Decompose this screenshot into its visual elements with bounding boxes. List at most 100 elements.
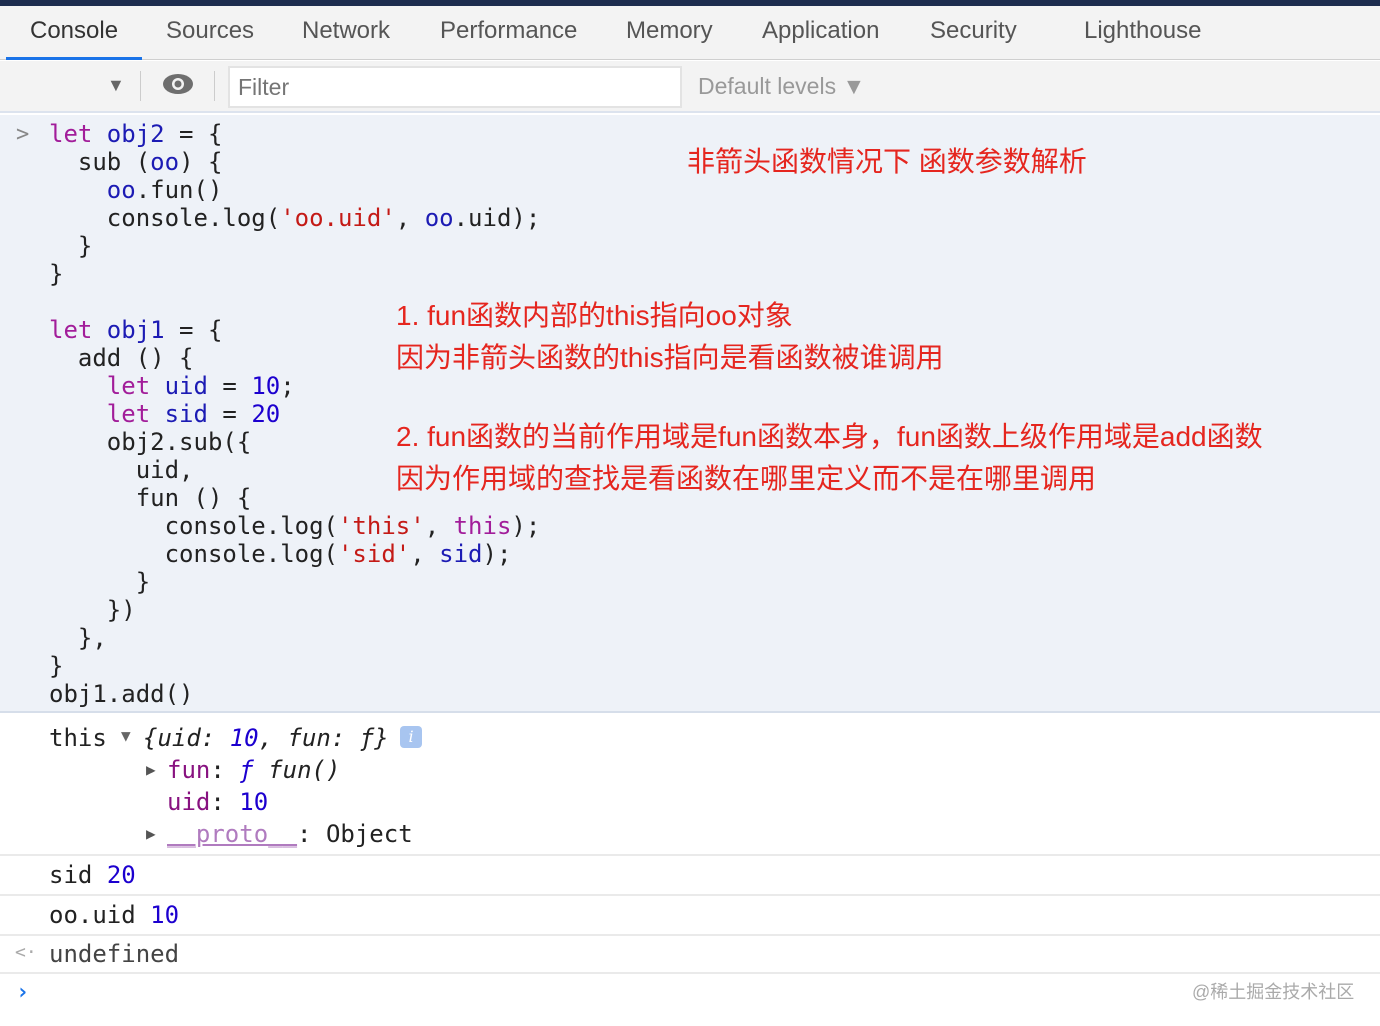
function-symbol: ƒ — [239, 756, 254, 784]
code-token: }) — [49, 596, 136, 624]
code-token: , — [395, 204, 425, 232]
code-token: let — [49, 120, 107, 148]
tab-network[interactable]: Network — [302, 17, 390, 45]
code-token: , — [424, 512, 454, 540]
code-token: = { — [164, 120, 223, 148]
annotation-note2-line1: 2. fun函数的当前作用域是fun函数本身，fun函数上级作用域是add函数 — [396, 421, 1263, 452]
prop-proto[interactable]: __proto__: Object — [167, 820, 413, 848]
log-row-oouid: oo.uid 10 — [0, 896, 1380, 936]
tab-sources[interactable]: Sources — [166, 17, 254, 45]
code-token: add () { — [49, 344, 194, 372]
prop-value: Object — [325, 820, 413, 848]
code-token: obj1.add() — [49, 680, 194, 708]
summary-open: {uid: — [143, 724, 230, 752]
code-token: let — [106, 372, 165, 400]
return-arrow-icon: <· — [15, 942, 37, 963]
log-value: 20 — [106, 861, 136, 889]
code-line: } — [49, 652, 540, 680]
code-line: oo.fun() — [49, 176, 540, 204]
summary-uid: 10 — [229, 724, 259, 752]
prop-value: 10 — [239, 788, 269, 816]
context-dropdown-icon[interactable]: ▼ — [107, 75, 125, 96]
code-token: ); — [511, 512, 541, 540]
code-token: sid — [439, 540, 483, 568]
code-token: oo — [150, 148, 180, 176]
code-token: ) { — [179, 148, 223, 176]
info-icon[interactable]: i — [400, 726, 422, 748]
code-token: sub ( — [49, 148, 151, 176]
code-token: oo — [424, 204, 454, 232]
code-token: console.log( — [49, 512, 338, 540]
code-token: 20 — [251, 400, 281, 428]
annotation-note1-line1: 1. fun函数内部的this指向oo对象 — [396, 300, 793, 331]
prop-key: __proto__ — [167, 820, 298, 848]
code-token: 'oo.uid' — [280, 204, 396, 232]
expand-triangle-right-icon[interactable]: ▶ — [146, 824, 156, 843]
prop-value: fun() — [268, 756, 341, 784]
prop-key: fun — [167, 756, 211, 784]
tab-memory[interactable]: Memory — [626, 17, 713, 45]
code-line: sub (oo) { — [49, 148, 540, 176]
filter-input[interactable] — [228, 66, 682, 108]
object-summary[interactable]: {uid: 10, fun: ƒ} — [143, 724, 389, 752]
code-token: = — [207, 372, 252, 400]
code-line: console.log('this', this); — [49, 512, 541, 540]
expand-triangle-right-icon[interactable]: ▶ — [146, 760, 156, 779]
code-token: uid, — [49, 456, 194, 484]
log-text: oo.uid 10 — [49, 901, 179, 929]
console-prompt-icon[interactable]: › — [16, 980, 29, 1005]
log-label: this — [49, 724, 107, 752]
code-token: } — [49, 232, 93, 260]
code-token: 'sid' — [337, 540, 411, 568]
code-line: } — [49, 232, 540, 260]
code-line: } — [49, 568, 540, 596]
code-token: }, — [49, 624, 107, 652]
tab-security[interactable]: Security — [930, 17, 1017, 45]
code-token: console.log( — [49, 204, 281, 232]
code-token: console.log( — [49, 540, 338, 568]
tab-performance[interactable]: Performance — [440, 17, 577, 45]
code-token: } — [49, 260, 64, 288]
code-line: console.log('sid', sid); — [49, 540, 540, 568]
code-token: fun () { — [49, 484, 252, 512]
tab-application[interactable]: Application — [762, 17, 879, 45]
annotation-note2-line2: 因为作用域的查找是看函数在哪里定义而不是在哪里调用 — [396, 463, 1097, 494]
tab-lighthouse[interactable]: Lighthouse — [1084, 17, 1201, 45]
code-line: }, — [49, 624, 540, 652]
code-token: ); — [482, 540, 512, 568]
divider — [140, 71, 141, 101]
code-token: } — [49, 568, 151, 596]
code-token: 10 — [251, 372, 281, 400]
code-line: }) — [49, 596, 540, 624]
code-token: obj2.sub({ — [49, 428, 252, 456]
expand-triangle-down-icon[interactable]: ▼ — [121, 726, 131, 745]
code-line: } — [49, 260, 540, 288]
log-label: sid — [49, 861, 93, 889]
annotation-note1-line2: 因为非箭头函数的this指向是看函数被谁调用 — [396, 342, 944, 373]
eye-icon[interactable] — [162, 73, 194, 95]
tab-console[interactable]: Console — [30, 17, 118, 45]
console-prompt-input[interactable] — [40, 978, 1140, 1014]
active-tab-indicator — [6, 57, 142, 60]
watermark: @稀土掘金技术社区 — [1192, 982, 1355, 1002]
log-row-return: <· undefined — [0, 936, 1380, 974]
prop-fun[interactable]: fun: ƒ fun() — [167, 756, 340, 784]
input-prompt-icon: > — [16, 122, 30, 147]
annotation-title: 非箭头函数情况下 函数参数解析 — [687, 146, 1087, 177]
log-text: sid 20 — [49, 861, 136, 889]
code-token: .uid); — [453, 204, 541, 232]
code-token: 'this' — [337, 512, 425, 540]
return-value: undefined — [49, 940, 180, 968]
log-row-this: this ▼ {uid: 10, fun: ƒ} ▶ fun: ƒ fun() … — [0, 714, 1380, 856]
log-row-sid: sid 20 — [0, 856, 1380, 896]
code-token: obj1 — [106, 316, 165, 344]
code-line: let obj2 = { — [49, 120, 540, 148]
code-token: } — [49, 652, 64, 680]
summary-rest: , fun: ƒ} — [258, 724, 389, 752]
prop-uid: uid: 10 — [167, 788, 269, 816]
default-levels-dropdown[interactable]: Default levels ▼ — [698, 73, 865, 100]
code-token: let — [106, 400, 165, 428]
